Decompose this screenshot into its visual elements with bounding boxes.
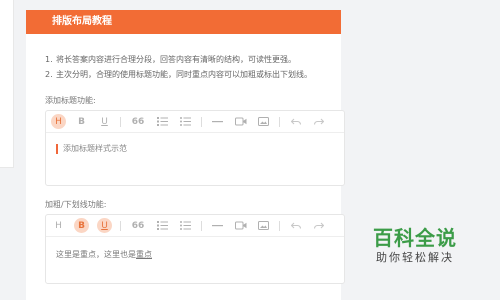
quote-button[interactable]: 66 xyxy=(129,114,147,129)
ordered-list-icon xyxy=(157,117,168,126)
divider-button[interactable] xyxy=(210,114,225,129)
heading-button[interactable]: H xyxy=(51,218,66,233)
horizontal-rule-icon xyxy=(212,121,223,123)
toolbar-divider xyxy=(120,220,121,231)
video-button[interactable] xyxy=(233,114,248,129)
undo-icon xyxy=(290,118,301,125)
list-text: 主次分明，合理的使用标题功能，同时重点内容可以加粗或标出下划线。 xyxy=(56,70,312,79)
undo-button[interactable] xyxy=(288,218,303,233)
list-number: 1. xyxy=(45,55,53,64)
heading-marker xyxy=(56,143,58,154)
bold-button[interactable]: B xyxy=(74,114,89,129)
video-button[interactable] xyxy=(233,218,248,233)
image-button[interactable] xyxy=(256,218,271,233)
image-button[interactable] xyxy=(256,114,271,129)
undo-icon xyxy=(290,222,301,229)
editor-content[interactable]: 添加标题样式示范 xyxy=(46,133,344,154)
divider-button[interactable] xyxy=(210,218,225,233)
redo-icon xyxy=(313,222,324,229)
toolbar-divider xyxy=(279,220,280,231)
heading-button[interactable]: H xyxy=(51,114,66,129)
unordered-list-button[interactable] xyxy=(178,218,193,233)
emphasized-text: 重点 xyxy=(136,250,152,259)
toolbar-divider xyxy=(279,116,280,127)
watermark-logo: 百科全说 助你轻松解决 xyxy=(360,226,470,266)
left-panel xyxy=(0,0,14,168)
list-item: 2. 主次分明，合理的使用标题功能，同时重点内容可以加粗或标出下划线。 xyxy=(45,67,341,82)
list-number: 2. xyxy=(45,70,53,79)
horizontal-rule-icon xyxy=(212,225,223,227)
ordered-list-button[interactable] xyxy=(155,218,170,233)
ordered-list-button[interactable] xyxy=(155,114,170,129)
underline-button[interactable]: U xyxy=(97,218,112,233)
heading-sample-text: 添加标题样式示范 xyxy=(63,144,127,153)
editor-toolbar: H B U 66 xyxy=(46,215,344,237)
list-item: 1. 将长答案内容进行合理分段，回答内容有清晰的结构，可读性更强。 xyxy=(45,52,341,67)
undo-button[interactable] xyxy=(288,114,303,129)
heading-sample: 添加标题样式示范 xyxy=(56,143,344,154)
underline-button[interactable]: U xyxy=(97,114,112,129)
image-icon xyxy=(258,221,269,230)
bold-button[interactable]: B xyxy=(74,218,89,233)
editor-toolbar: H B U 66 xyxy=(46,111,344,133)
editor-content[interactable]: 这里是重点，这里也是重点 xyxy=(46,237,344,260)
toolbar-divider xyxy=(201,220,202,231)
unordered-list-button[interactable] xyxy=(178,114,193,129)
video-icon xyxy=(234,221,246,230)
ordered-list-icon xyxy=(157,221,168,230)
redo-icon xyxy=(313,118,324,125)
unordered-list-icon xyxy=(180,117,191,126)
bold-underline-demo-editor[interactable]: H B U 66 这里是重点，这里也是重点 xyxy=(45,214,345,284)
sample-text: 这里是重点，这里也是 xyxy=(56,250,136,259)
unordered-list-icon xyxy=(180,221,191,230)
toolbar-divider xyxy=(201,116,202,127)
tutorial-card: 排版布局教程 1. 将长答案内容进行合理分段，回答内容有清晰的结构，可读性更强。 … xyxy=(26,10,345,300)
redo-button[interactable] xyxy=(311,114,326,129)
quote-button[interactable]: 66 xyxy=(129,218,147,233)
watermark-title: 百科全说 xyxy=(373,226,457,250)
list-text: 将长答案内容进行合理分段，回答内容有清晰的结构，可读性更强。 xyxy=(56,55,296,64)
image-icon xyxy=(258,117,269,126)
heading-demo-editor[interactable]: H B U 66 添加标题样式示范 xyxy=(45,110,345,186)
heading-section-label: 添加标题功能: xyxy=(45,96,96,105)
bold-underline-section-label: 加粗/下划线功能: xyxy=(45,200,107,209)
watermark-subtitle: 助你轻松解决 xyxy=(376,251,454,264)
video-icon xyxy=(234,117,246,126)
card-body: 1. 将长答案内容进行合理分段，回答内容有清晰的结构，可读性更强。 2. 主次分明，… xyxy=(26,34,345,284)
toolbar-divider xyxy=(120,116,121,127)
card-title: 排版布局教程 xyxy=(26,10,341,34)
redo-button[interactable] xyxy=(311,218,326,233)
